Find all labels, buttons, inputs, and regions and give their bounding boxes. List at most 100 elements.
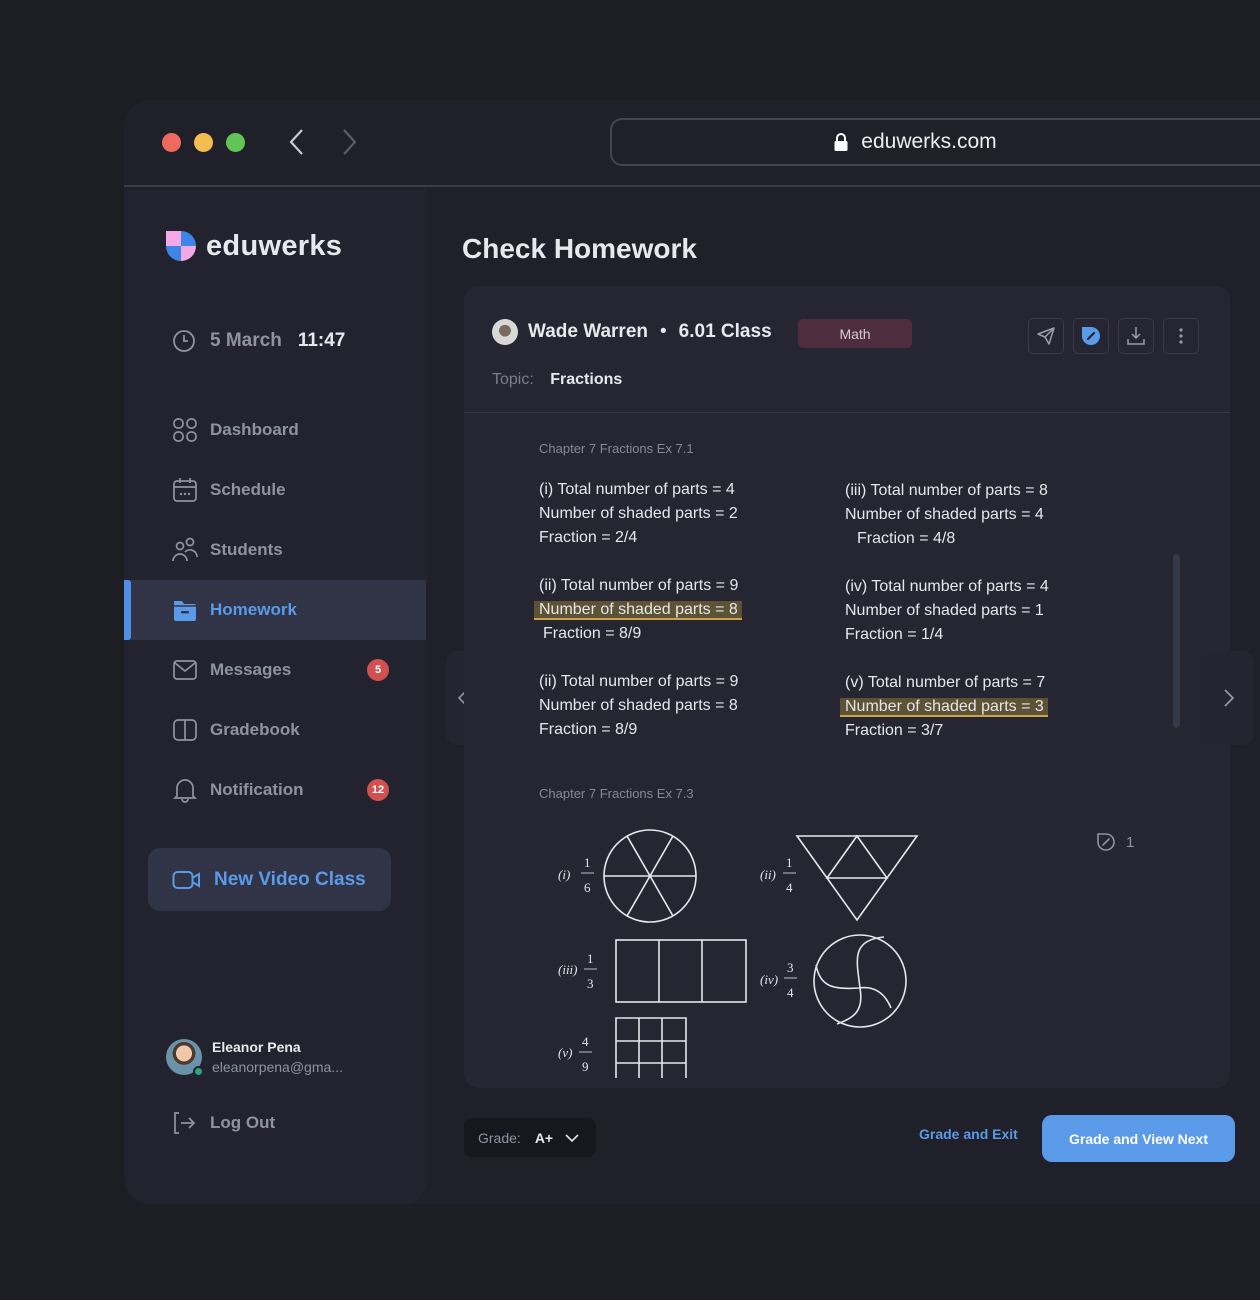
- clock-icon: [173, 330, 195, 352]
- sidebar-item-notification[interactable]: Notification 12: [124, 760, 426, 820]
- current-time: 11:47: [297, 330, 346, 351]
- figure-label: (i): [558, 867, 570, 882]
- calendar-icon: [173, 478, 197, 502]
- figure-label: (v): [558, 1045, 572, 1060]
- subject-tag: Math: [798, 319, 912, 348]
- section-label: Chapter 7 Fractions Ex 7.1: [539, 441, 694, 456]
- answer-block: (ii) Total number of parts = 9 Number of…: [539, 670, 738, 742]
- answer-line: Number of shaded parts = 4: [845, 506, 1044, 523]
- new-video-class-button[interactable]: New Video Class: [148, 848, 391, 911]
- student-info: Wade Warren • 6.01 Class: [492, 319, 772, 345]
- brand-name: eduwerks: [206, 229, 343, 262]
- mail-icon: [173, 660, 197, 680]
- topic-value: Fractions: [550, 371, 623, 388]
- users-icon: [172, 537, 198, 562]
- circle-swirl-quarters-figure: [813, 934, 907, 1028]
- answer-block: (i) Total number of parts = 4 Number of …: [539, 478, 738, 550]
- maximize-window-button[interactable]: [226, 133, 245, 152]
- figure-numerator: 3: [787, 960, 794, 975]
- answer-line: Fraction = 1/4: [845, 626, 944, 643]
- sidebar-item-label: Homework: [210, 600, 297, 619]
- grade-and-view-next-button[interactable]: Grade and View Next: [1042, 1115, 1235, 1162]
- figure-numerator: 1: [584, 855, 591, 870]
- folder-icon: [174, 601, 196, 621]
- topic: Topic: Fractions: [492, 371, 622, 389]
- sidebar: eduwerks 5 March 11:47 Dashboard Schedul…: [124, 189, 426, 1204]
- figure-denominator: 6: [584, 880, 591, 895]
- current-datetime: 5 March 11:47: [172, 329, 345, 353]
- answer-line: Fraction = 8/9: [543, 625, 642, 642]
- grade-value: A+: [534, 1129, 554, 1146]
- highlighted-answer-line[interactable]: Number of shaded parts = 8: [534, 601, 742, 620]
- logout-button[interactable]: Log Out: [172, 1111, 275, 1135]
- answer-line: (i) Total number of parts = 4: [539, 481, 735, 498]
- sidebar-item-schedule[interactable]: Schedule: [124, 460, 426, 520]
- answer-line: Fraction = 3/7: [845, 722, 944, 739]
- section-label: Chapter 7 Fractions Ex 7.3: [539, 786, 694, 801]
- answer-line: (iv) Total number of parts = 4: [845, 578, 1049, 595]
- figure-numerator: 1: [786, 855, 793, 870]
- current-user[interactable]: Eleanor Pena eleanorpena@gma...: [166, 1039, 343, 1077]
- rectangle-thirds-figure: [615, 939, 747, 1003]
- send-icon: [1037, 327, 1055, 345]
- sidebar-item-label: Dashboard: [210, 420, 299, 439]
- sidebar-item-label: Students: [210, 540, 283, 559]
- close-window-button[interactable]: [162, 133, 181, 152]
- chevron-right-icon[interactable]: [336, 128, 360, 156]
- student-name: Wade Warren: [528, 321, 649, 342]
- logout-label: Log Out: [210, 1113, 276, 1132]
- download-button[interactable]: [1118, 318, 1154, 354]
- sidebar-item-homework[interactable]: Homework: [124, 580, 426, 640]
- figure-numerator: 4: [582, 1034, 589, 1049]
- answer-line: Number of shaded parts = 1: [845, 602, 1044, 619]
- figure-denominator: 9: [582, 1059, 589, 1074]
- grade-and-exit-button[interactable]: Grade and Exit: [919, 1126, 1018, 1142]
- answer-line: Fraction = 8/9: [539, 721, 638, 738]
- current-date: 5 March: [210, 330, 282, 351]
- triangle-quarters-figure: [795, 834, 919, 922]
- homework-header: Wade Warren • 6.01 Class Math Topic: Fra…: [464, 286, 1230, 413]
- sidebar-item-dashboard[interactable]: Dashboard: [124, 400, 426, 460]
- annotation-marker[interactable]: 1: [1096, 832, 1134, 852]
- content-scrollbar[interactable]: [1173, 554, 1180, 728]
- grade-label: Grade:: [478, 1129, 521, 1146]
- answer-line: (ii) Total number of parts = 9: [539, 673, 739, 690]
- minimize-window-button[interactable]: [194, 133, 213, 152]
- browser-titlebar: eduwerks.com: [124, 100, 1260, 187]
- sidebar-item-messages[interactable]: Messages 5: [124, 640, 426, 700]
- address-bar[interactable]: eduwerks.com: [610, 118, 1260, 166]
- next-page-button[interactable]: [1204, 651, 1254, 745]
- answer-block: (iii) Total number of parts = 8 Number o…: [845, 479, 1048, 551]
- annotate-button[interactable]: [1073, 318, 1109, 354]
- answer-line: (iii) Total number of parts = 8: [845, 482, 1048, 499]
- sidebar-item-label: Gradebook: [210, 720, 300, 739]
- homework-card: Wade Warren • 6.01 Class Math Topic: Fra…: [464, 286, 1230, 1088]
- more-vertical-icon: [1179, 328, 1183, 344]
- separator-dot: •: [660, 321, 667, 342]
- user-avatar: [166, 1039, 204, 1077]
- url-text: eduwerks.com: [861, 130, 997, 153]
- lock-icon: [834, 133, 848, 151]
- page-title: Check Homework: [462, 233, 697, 264]
- more-options-button[interactable]: [1163, 318, 1199, 354]
- eduwerks-logo-icon: [166, 231, 196, 261]
- chevron-left-icon[interactable]: [286, 128, 310, 156]
- annotation-count: 1: [1126, 833, 1135, 851]
- figure-denominator: 4: [787, 985, 794, 1000]
- student-class: 6.01 Class: [678, 321, 772, 342]
- sidebar-item-gradebook[interactable]: Gradebook: [124, 700, 426, 760]
- answer-line: Fraction = 4/8: [857, 530, 956, 547]
- circle-sixths-figure: [603, 829, 697, 923]
- grade-select[interactable]: Grade: A+: [464, 1118, 596, 1157]
- download-icon: [1127, 327, 1145, 345]
- book-icon: [173, 719, 197, 741]
- highlighted-answer-line[interactable]: Number of shaded parts = 3: [840, 698, 1048, 717]
- send-button[interactable]: [1028, 318, 1064, 354]
- video-camera-icon: [172, 870, 200, 889]
- messages-badge: 5: [367, 659, 389, 681]
- answer-line: Fraction = 2/4: [539, 529, 638, 546]
- figure-label: (ii): [760, 867, 776, 882]
- sidebar-item-students[interactable]: Students: [124, 520, 426, 580]
- brand-logo[interactable]: eduwerks: [164, 229, 342, 263]
- answer-block: (ii) Total number of parts = 9 Number of…: [534, 574, 742, 646]
